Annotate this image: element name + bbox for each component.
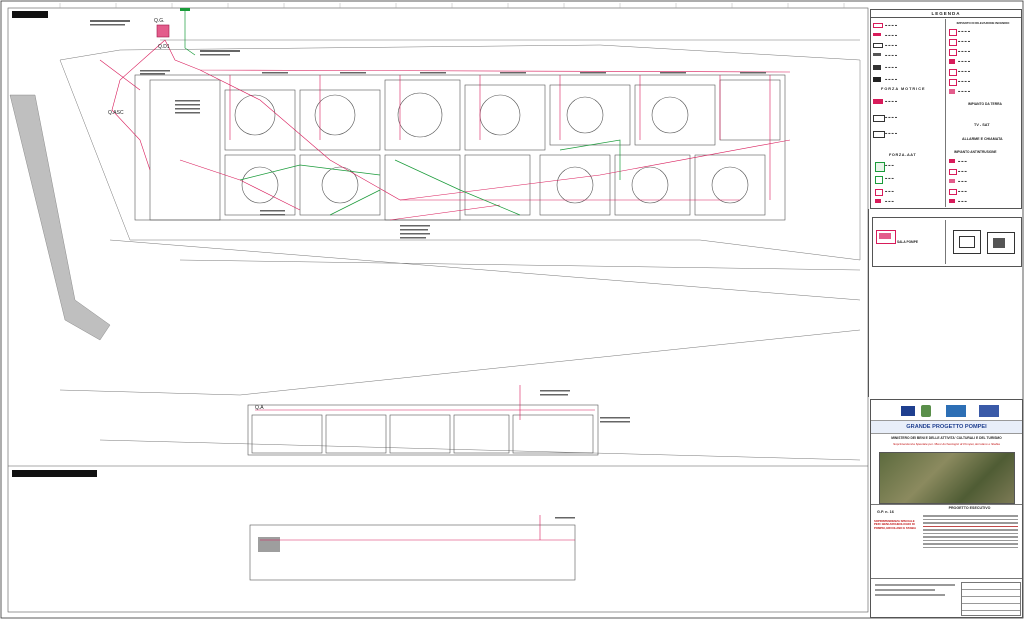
legend-section-fm: FORZA MOTRICE	[881, 87, 926, 91]
lower-building	[247, 404, 599, 456]
legend-section-allarme: ALLARME E CHIAMATA	[962, 137, 1003, 141]
legend-section-antintrusione: IMPIANTO ANTINTRUSIONE	[954, 150, 997, 154]
title-block: GRANDE PROGETTO POMPEI MINISTERO DEI BEN…	[870, 399, 1023, 618]
header-bar	[12, 11, 48, 18]
main-panel-marker	[156, 24, 170, 38]
revision-table	[961, 582, 1021, 616]
label-qa: Q.A	[255, 405, 264, 411]
legend-section-faat: FORZA-AAT	[889, 153, 917, 157]
drawing-frame	[7, 7, 869, 613]
legend-panel: LEGENDA FORZA MOTRICE FORZA-AAT ▬ ▬ ▬ ▬ …	[870, 9, 1022, 209]
grid-ruler	[8, 3, 868, 9]
eu-flag-icon	[901, 406, 915, 416]
legend-section-terra: IMPIANTO DA TERRA	[968, 102, 1002, 106]
authority-name: SOPRINTENDENZA SPECIALE PER I BENI ARCHE…	[874, 519, 917, 530]
green-wiring	[184, 10, 621, 216]
supply-marker	[180, 8, 190, 11]
ministry-subtitle: Soprintendenza Speciale per i Beni Arche…	[893, 442, 1000, 446]
legend-right-col: IMPIANTO DI RILEVAZIONE INCENDIO IMPIANT…	[946, 19, 1020, 207]
republic-emblem-icon	[921, 405, 931, 417]
legend-section-rilevazione: IMPIANTO DI RILEVAZIONE INCENDIO	[956, 21, 1010, 25]
region-logo-icon	[979, 405, 999, 417]
electrical-wiring	[99, 39, 791, 541]
title-text-lines	[923, 513, 1018, 573]
legend-left-col: FORZA MOTRICE FORZA-AAT ▬ ▬ ▬ ▬ ▬ ▬ ▬ ▬ …	[871, 19, 946, 207]
ministry-logo-icon	[946, 405, 966, 417]
label-qasc: Q.ASC	[108, 110, 124, 116]
sheet-code: G.P. n. 16	[877, 510, 894, 514]
site-photo	[879, 452, 1015, 504]
right-margin-strip	[868, 209, 1023, 397]
header-bar-lower	[12, 470, 97, 477]
main-building	[134, 74, 786, 221]
label-qg: Q.G.	[154, 18, 165, 24]
access-ramp	[9, 94, 111, 341]
legend-section-tvsat: TV - SAT	[974, 123, 990, 127]
project-phase: PROGETTO ESECUTIVO	[948, 506, 991, 510]
ministry-title: MINISTERO DEI BENI E DELLE ATTIVITA' CUL…	[891, 436, 1002, 440]
project-title: GRANDE PROGETTO POMPEI	[906, 424, 987, 430]
drawing-sheet: Q.G. Q.D1 Q.ASC Q.A LEGENDA FORZA MOTRIC…	[0, 0, 1024, 619]
label-qd1: Q.D1	[158, 44, 170, 50]
bottom-building	[249, 524, 576, 581]
eu-logos	[901, 404, 1001, 418]
legend-title: LEGENDA	[871, 10, 1021, 18]
